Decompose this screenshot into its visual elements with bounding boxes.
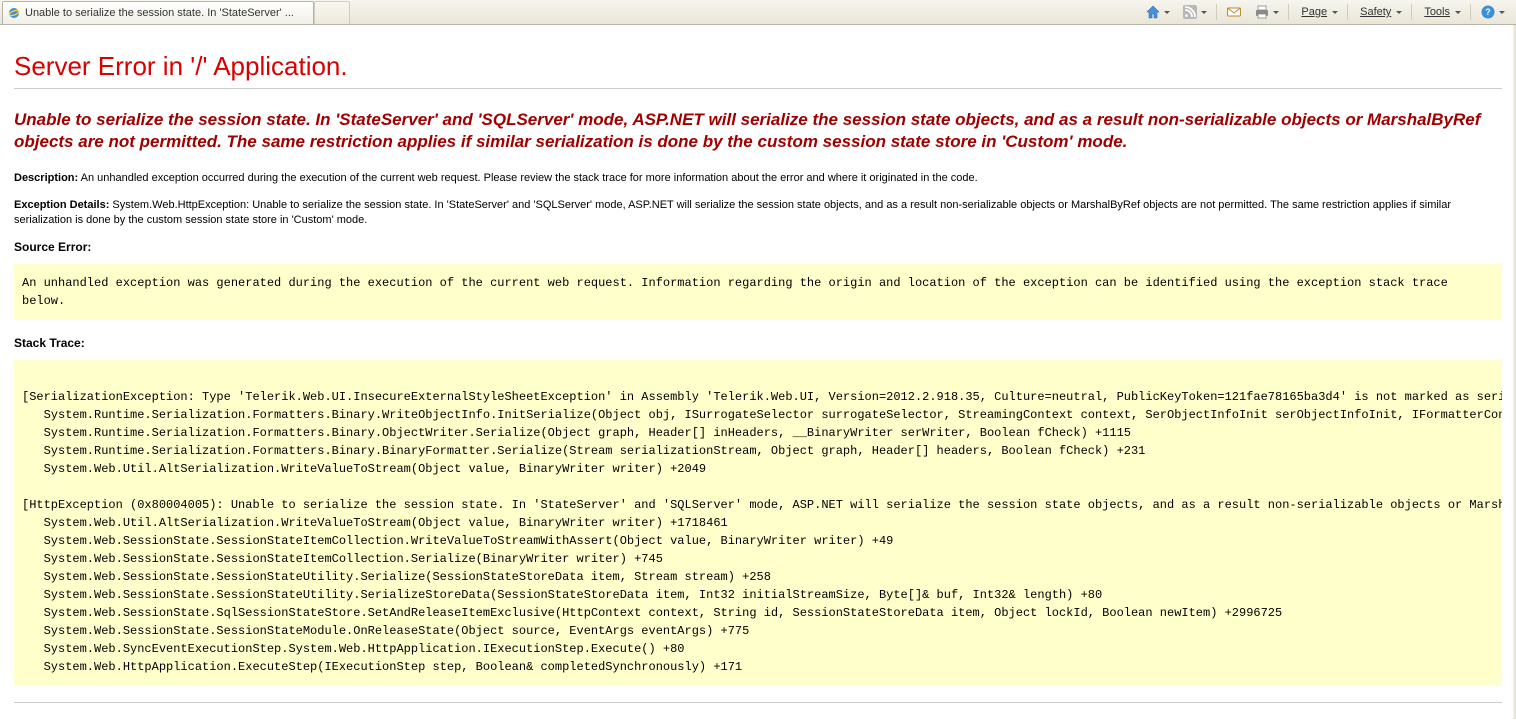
page-menu-label: Page bbox=[1298, 6, 1329, 18]
page-menu-button[interactable]: Page bbox=[1293, 0, 1343, 24]
ie-favicon bbox=[7, 6, 21, 20]
error-subtitle: Unable to serialize the session state. I… bbox=[14, 109, 1502, 153]
chevron-down-icon bbox=[1455, 11, 1461, 14]
tools-menu-label: Tools bbox=[1421, 6, 1452, 18]
mail-icon bbox=[1226, 4, 1242, 20]
exception-details-label: Exception Details: bbox=[14, 199, 109, 211]
error-title: Server Error in '/' Application. bbox=[14, 51, 1502, 82]
browser-chrome: Unable to serialize the session state. I… bbox=[0, 0, 1516, 25]
print-button[interactable] bbox=[1249, 0, 1284, 24]
description-text: An unhandled exception occurred during t… bbox=[81, 172, 978, 184]
toolbar-separator bbox=[1288, 4, 1289, 20]
tools-menu-button[interactable]: Tools bbox=[1416, 0, 1466, 24]
print-icon bbox=[1254, 4, 1270, 20]
chevron-down-icon bbox=[1396, 11, 1402, 14]
stack-trace-label: Stack Trace: bbox=[14, 336, 1502, 350]
error-page-body: Server Error in '/' Application. Unable … bbox=[0, 25, 1516, 719]
chevron-down-icon bbox=[1332, 11, 1338, 14]
safety-menu-label: Safety bbox=[1357, 6, 1393, 18]
divider bbox=[14, 88, 1502, 89]
toolbar-separator bbox=[1411, 4, 1412, 20]
toolbar-separator bbox=[1347, 4, 1348, 20]
browser-tab-active[interactable]: Unable to serialize the session state. I… bbox=[2, 1, 314, 24]
chevron-down-icon bbox=[1164, 11, 1170, 14]
home-icon bbox=[1145, 4, 1161, 20]
stack-trace-box: [SerializationException: Type 'Telerik.W… bbox=[14, 360, 1502, 686]
divider bbox=[14, 702, 1502, 703]
exception-details-text: System.Web.HttpException: Unable to seri… bbox=[14, 199, 1451, 226]
safety-menu-button[interactable]: Safety bbox=[1352, 0, 1407, 24]
toolbar-separator bbox=[1216, 4, 1217, 20]
command-bar: Page Safety Tools ? bbox=[1140, 0, 1516, 24]
source-error-text: An unhandled exception was generated dur… bbox=[22, 276, 1448, 308]
chevron-down-icon bbox=[1499, 11, 1505, 14]
source-error-label: Source Error: bbox=[14, 240, 1502, 254]
chevron-down-icon bbox=[1273, 11, 1279, 14]
toolbar-separator bbox=[1470, 4, 1471, 20]
help-button[interactable]: ? bbox=[1475, 0, 1510, 24]
home-button[interactable] bbox=[1140, 0, 1175, 24]
exception-details-field: Exception Details: System.Web.HttpExcept… bbox=[14, 198, 1502, 228]
description-label: Description: bbox=[14, 172, 78, 184]
rss-button[interactable] bbox=[1177, 0, 1212, 24]
chevron-down-icon bbox=[1201, 11, 1207, 14]
source-error-box: An unhandled exception was generated dur… bbox=[14, 264, 1502, 320]
help-icon: ? bbox=[1480, 4, 1496, 20]
svg-text:?: ? bbox=[1485, 7, 1491, 17]
rss-icon bbox=[1182, 4, 1198, 20]
browser-tab-title: Unable to serialize the session state. I… bbox=[25, 7, 307, 19]
mail-button[interactable] bbox=[1221, 0, 1247, 24]
new-tab-button[interactable] bbox=[314, 1, 350, 24]
description-field: Description: An unhandled exception occu… bbox=[14, 171, 1502, 186]
